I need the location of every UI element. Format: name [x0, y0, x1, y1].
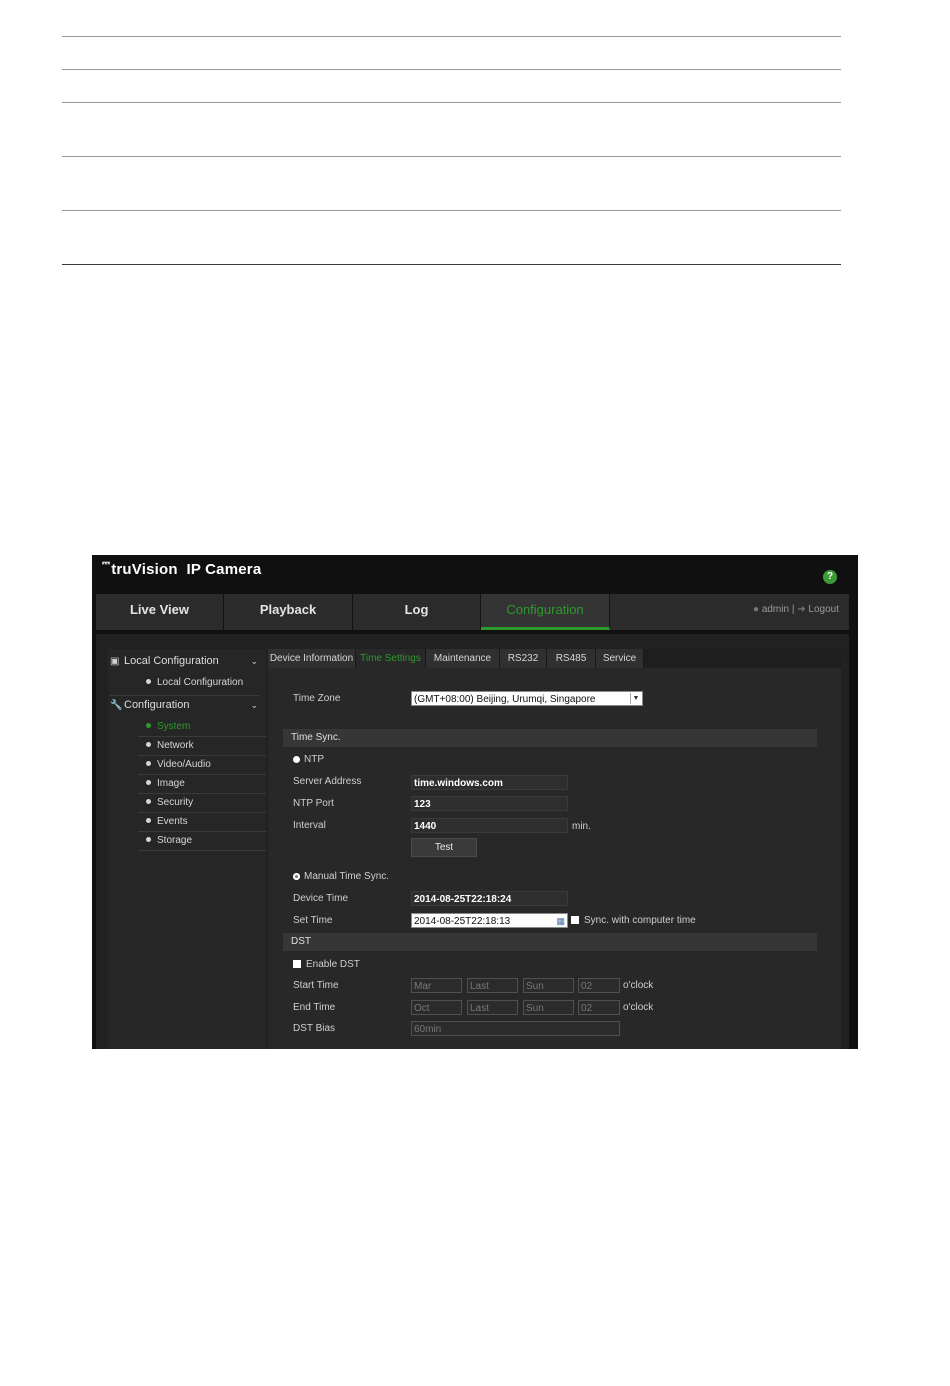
enable-dst-checkbox[interactable]: Enable DST [293, 959, 360, 970]
end-day-select[interactable]: Sun [523, 1000, 574, 1015]
tab-maintenance[interactable]: Maintenance [426, 649, 500, 668]
logo-mark-icon: ⎓ [102, 558, 111, 569]
main-nav: Live View Playback Log Configuration ● a… [96, 594, 849, 630]
device-time-field: 2014-08-25T22:18:24 [411, 891, 568, 906]
checkbox-icon [571, 916, 579, 925]
set-time-label: Set Time [293, 915, 333, 926]
wrench-icon: 🔧 [110, 700, 123, 711]
interval-unit: min. [572, 821, 591, 832]
ntp-port-field[interactable]: 123 [411, 796, 568, 811]
tab-playback[interactable]: Playback [224, 594, 353, 630]
user-area: ● admin | ➜ Logout [752, 604, 839, 615]
camera-web-ui-screenshot: ⎓truVision IP Camera ? Live View Playbac… [92, 555, 858, 1049]
start-month-select[interactable]: Mar [411, 978, 462, 993]
dropdown-arrow-icon: ▼ [630, 693, 641, 704]
server-address-label: Server Address [293, 776, 362, 787]
sidebar-item-image[interactable]: Image [138, 774, 266, 794]
table-rule [62, 264, 841, 265]
dst-bias-select[interactable]: 60min [411, 1021, 620, 1036]
start-time-label: Start Time [293, 980, 339, 991]
start-oclock-label: o'clock [623, 980, 654, 991]
time-zone-label: Time Zone [293, 693, 341, 704]
table-rule [62, 156, 841, 157]
chevron-down-icon: ⌄ [250, 656, 258, 666]
sidebar-item-network[interactable]: Network [138, 736, 266, 756]
server-address-field[interactable]: time.windows.com [411, 775, 568, 790]
tab-rs485[interactable]: RS485 [547, 649, 596, 668]
end-hour-select[interactable]: 02 [578, 1000, 620, 1015]
interval-field[interactable]: 1440 [411, 818, 568, 833]
end-time-label: End Time [293, 1002, 336, 1013]
sidebar-header-configuration[interactable]: 🔧 Configuration ⌄ [110, 695, 260, 714]
calendar-icon[interactable]: ▦ [556, 914, 565, 929]
sync-computer-checkbox[interactable]: Sync. with computer time [571, 915, 696, 926]
tab-log[interactable]: Log [353, 594, 481, 630]
tab-configuration[interactable]: Configuration [481, 594, 610, 630]
sidebar-item-storage[interactable]: Storage [138, 831, 266, 851]
sidebar-item-local-configuration[interactable]: Local Configuration [138, 673, 266, 692]
logout-icon: ➜ [797, 604, 806, 615]
end-week-select[interactable]: Last [467, 1000, 518, 1015]
interval-label: Interval [293, 820, 326, 831]
sidebar-header-local[interactable]: ▣ Local Configuration ⌄ [110, 652, 260, 670]
tab-time-settings[interactable]: Time Settings [356, 649, 426, 668]
set-time-field[interactable]: 2014-08-25T22:18:13 ▦ [411, 913, 568, 928]
sidebar-item-security[interactable]: Security [138, 793, 266, 813]
end-month-select[interactable]: Oct [411, 1000, 462, 1015]
tab-device-information[interactable]: Device Information [268, 649, 356, 668]
table-rule [62, 210, 841, 211]
device-time-label: Device Time [293, 893, 349, 904]
manual-time-sync-radio[interactable]: Manual Time Sync. [293, 871, 389, 882]
sidebar: ▣ Local Configuration ⌄ Local Configurati… [108, 649, 266, 1049]
sidebar-item-events[interactable]: Events [138, 812, 266, 832]
sidebar-item-system[interactable]: System [138, 717, 266, 737]
time-sync-section-header: Time Sync. [283, 729, 817, 747]
end-oclock-label: o'clock [623, 1002, 654, 1013]
time-zone-select[interactable]: (GMT+08:00) Beijing, Urumqi, Singapore ▼ [411, 691, 643, 706]
radio-selected-icon [293, 755, 300, 763]
settings-tabs: Device Information Time Settings Mainten… [268, 649, 841, 668]
user-icon: ● [752, 604, 760, 615]
logo: ⎓truVision IP Camera [102, 558, 262, 578]
tab-live-view[interactable]: Live View [96, 594, 224, 630]
ntp-port-label: NTP Port [293, 798, 334, 809]
sidebar-item-video-audio[interactable]: Video/Audio [138, 755, 266, 775]
start-hour-select[interactable]: 02 [578, 978, 620, 993]
test-button[interactable]: Test [411, 838, 477, 857]
dst-bias-label: DST Bias [293, 1023, 336, 1034]
content-panel: Device Information Time Settings Mainten… [268, 649, 841, 1049]
checkbox-icon [293, 960, 301, 969]
tab-service[interactable]: Service [596, 649, 644, 668]
start-week-select[interactable]: Last [467, 978, 518, 993]
monitor-icon: ▣ [110, 656, 120, 667]
tab-rs232[interactable]: RS232 [500, 649, 547, 668]
table-rule [62, 36, 841, 37]
username[interactable]: admin [762, 604, 789, 615]
chevron-down-icon: ⌄ [250, 700, 258, 710]
ntp-radio[interactable]: NTP [293, 754, 324, 765]
dst-section-header: DST [283, 933, 817, 951]
table-rule [62, 102, 841, 103]
help-icon[interactable]: ? [823, 570, 837, 584]
radio-unselected-icon [293, 872, 300, 880]
start-day-select[interactable]: Sun [523, 978, 574, 993]
table-rule [62, 69, 841, 70]
logout-link[interactable]: Logout [808, 604, 839, 615]
